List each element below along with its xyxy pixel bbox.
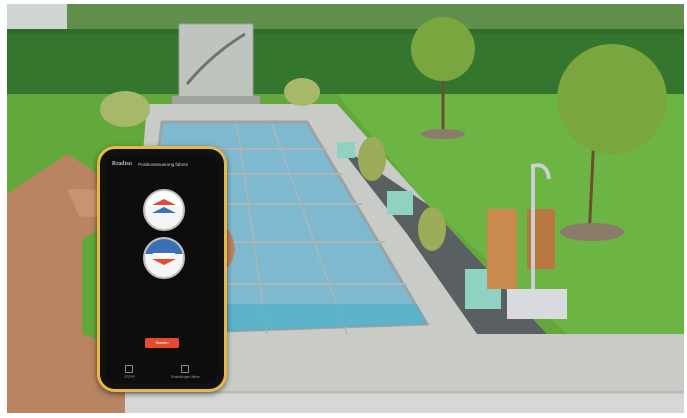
start-button[interactable]: Starten (145, 338, 179, 348)
phone-screen: Rradiso Positionsteuerung fahren Starten… (106, 155, 218, 383)
app-header: Rradiso Positionsteuerung fahren (106, 155, 218, 167)
nav-settings-label: Einstellungen öffnen (171, 375, 200, 379)
smartphone: Rradiso Positionsteuerung fahren Starten… (97, 146, 227, 392)
screen-title: Positionsteuerung fahren (138, 161, 189, 167)
nav-settings[interactable]: Einstellungen öffnen (171, 365, 200, 379)
arrows-up-icon (152, 199, 176, 205)
close-cover-button[interactable] (143, 237, 185, 279)
arrows-down-icon (152, 259, 176, 265)
app-brand: Rradiso (112, 161, 133, 167)
stop-icon (125, 365, 134, 373)
nav-stop-label: STOPP (124, 375, 135, 379)
bottom-nav: STOPP Einstellungen öffnen (106, 365, 218, 379)
open-cover-button[interactable] (143, 189, 185, 231)
garden-photo: Rradiso Positionsteuerung fahren Starten… (7, 4, 684, 413)
settings-icon (181, 365, 190, 373)
tree (411, 17, 475, 81)
nav-stop[interactable]: STOPP (124, 365, 135, 379)
arrows-up-icon (152, 207, 176, 213)
outdoor-shower (487, 209, 517, 289)
tree (557, 44, 667, 154)
